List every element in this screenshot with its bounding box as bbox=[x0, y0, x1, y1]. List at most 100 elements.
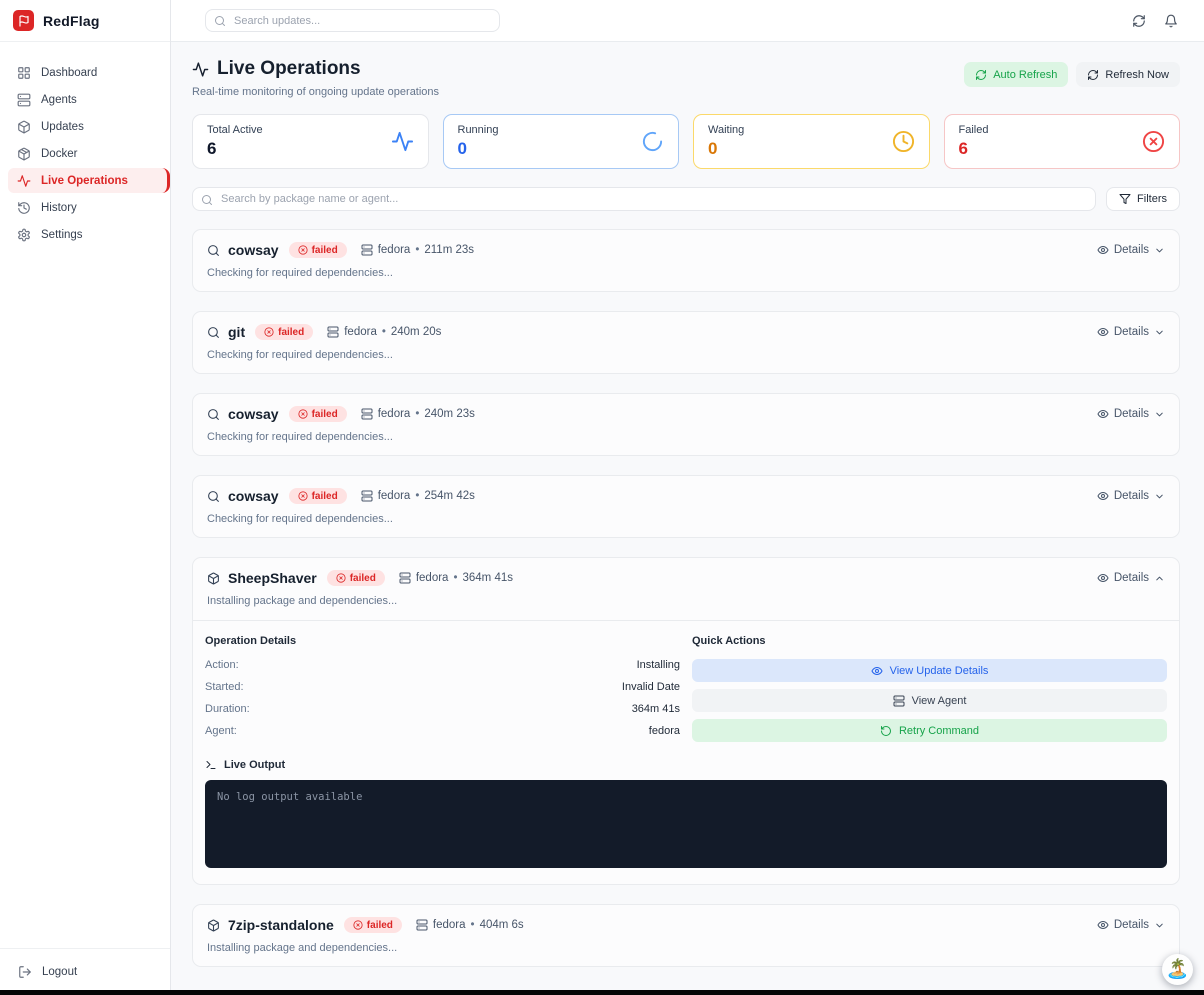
details-button[interactable]: Details bbox=[1097, 490, 1165, 502]
details-button[interactable]: Details bbox=[1097, 244, 1165, 256]
retry-command-button[interactable]: Retry Command bbox=[692, 719, 1167, 742]
live-output-header: Live Output bbox=[205, 759, 1167, 771]
search-icon bbox=[207, 490, 220, 503]
island-emoji-fab[interactable]: 🏝️ bbox=[1162, 954, 1193, 985]
search-icon bbox=[201, 194, 213, 206]
search-icon bbox=[207, 408, 220, 421]
details-button[interactable]: Details bbox=[1097, 919, 1165, 931]
search-icon bbox=[207, 326, 220, 339]
operation-card-sheepshaver: SheepShaver failed fedora • 364m 41s bbox=[192, 557, 1180, 885]
quick-actions-section: Quick Actions View Update Details View A… bbox=[692, 635, 1167, 749]
sidebar-item-label: Agents bbox=[41, 94, 77, 106]
details-button[interactable]: Details bbox=[1097, 572, 1165, 584]
operation-name: cowsay bbox=[228, 406, 279, 422]
sidebar: RedFlag Dashboard Agents Updates Docker … bbox=[0, 0, 171, 995]
server-icon bbox=[416, 919, 428, 931]
eye-icon bbox=[1097, 572, 1109, 584]
logout-icon bbox=[18, 965, 32, 979]
eye-icon bbox=[871, 665, 883, 677]
auto-refresh-button[interactable]: Auto Refresh bbox=[964, 62, 1068, 87]
eye-icon bbox=[1097, 919, 1109, 931]
retry-icon bbox=[880, 725, 892, 737]
sidebar-item-history[interactable]: History bbox=[8, 195, 162, 220]
ops-search-input[interactable] bbox=[192, 187, 1096, 211]
section-title: Operation Details bbox=[205, 635, 680, 647]
stat-card-waiting: Waiting0 bbox=[693, 114, 930, 169]
stat-card-total-active: Total Active6 bbox=[192, 114, 429, 169]
view-update-details-button[interactable]: View Update Details bbox=[692, 659, 1167, 682]
brand-name: RedFlag bbox=[43, 13, 100, 29]
server-icon bbox=[361, 408, 373, 420]
duration: 254m 42s bbox=[424, 490, 475, 502]
duration: 240m 20s bbox=[391, 326, 442, 338]
sidebar-item-docker[interactable]: Docker bbox=[8, 141, 162, 166]
sidebar-item-dashboard[interactable]: Dashboard bbox=[8, 60, 162, 85]
global-search bbox=[205, 9, 500, 32]
operation-message: Checking for required dependencies... bbox=[193, 513, 1179, 525]
package-icon bbox=[17, 147, 31, 161]
operation-message: Checking for required dependencies... bbox=[193, 349, 1179, 361]
activity-icon bbox=[391, 130, 414, 153]
filters-button[interactable]: Filters bbox=[1106, 187, 1180, 211]
status-badge: failed bbox=[289, 406, 347, 422]
sidebar-footer: Logout bbox=[0, 948, 170, 995]
server-icon bbox=[361, 490, 373, 502]
detail-row-agent: Agent: fedora bbox=[205, 725, 680, 737]
logout-label: Logout bbox=[42, 966, 77, 978]
activity-icon bbox=[17, 174, 31, 188]
circle-x-icon bbox=[298, 491, 308, 501]
circle-x-icon bbox=[353, 920, 363, 930]
eye-icon bbox=[1097, 326, 1109, 338]
chevron-up-icon bbox=[1154, 573, 1165, 584]
package-icon bbox=[207, 919, 220, 932]
chevron-down-icon bbox=[1154, 491, 1165, 502]
operation-message: Checking for required dependencies... bbox=[193, 431, 1179, 443]
page-head: Live Operations Real-time monitoring of … bbox=[192, 58, 1180, 98]
operation-meta: fedora • 240m 20s bbox=[327, 326, 441, 338]
operation-meta: fedora • 254m 42s bbox=[361, 490, 475, 502]
circle-x-icon bbox=[336, 573, 346, 583]
status-badge: failed bbox=[289, 242, 347, 258]
stat-card-running: Running0 bbox=[443, 114, 680, 169]
content: Live Operations Real-time monitoring of … bbox=[171, 42, 1204, 995]
logout-button[interactable]: Logout bbox=[18, 965, 77, 979]
operation-name: cowsay bbox=[228, 488, 279, 504]
main-area: Live Operations Real-time monitoring of … bbox=[171, 0, 1204, 995]
duration: 364m 41s bbox=[462, 572, 513, 584]
sidebar-item-label: Updates bbox=[41, 121, 84, 133]
stat-card-failed: Failed6 bbox=[944, 114, 1181, 169]
operation-meta: fedora • 240m 23s bbox=[361, 408, 475, 420]
status-badge: failed bbox=[327, 570, 385, 586]
circle-x-icon bbox=[298, 409, 308, 419]
sidebar-item-label: Docker bbox=[41, 148, 77, 160]
sidebar-item-agents[interactable]: Agents bbox=[8, 87, 162, 112]
refresh-icon[interactable] bbox=[1132, 14, 1146, 28]
sidebar-item-live-operations[interactable]: Live Operations bbox=[8, 168, 170, 193]
server-icon bbox=[361, 244, 373, 256]
global-search-input[interactable] bbox=[205, 9, 500, 32]
view-agent-button[interactable]: View Agent bbox=[692, 689, 1167, 712]
bottom-edge-bar bbox=[0, 990, 1204, 995]
details-button[interactable]: Details bbox=[1097, 326, 1165, 338]
spinner-icon bbox=[641, 130, 664, 153]
sidebar-item-updates[interactable]: Updates bbox=[8, 114, 162, 139]
details-button[interactable]: Details bbox=[1097, 408, 1165, 420]
activity-icon bbox=[192, 61, 209, 78]
bell-icon[interactable] bbox=[1164, 14, 1178, 28]
operations-list: cowsay failed fedora • 211m 23s bbox=[192, 229, 1180, 967]
circle-x-icon bbox=[1142, 130, 1165, 153]
operation-meta: fedora • 211m 23s bbox=[361, 244, 474, 256]
server-icon bbox=[893, 695, 905, 707]
topbar-actions bbox=[1132, 14, 1178, 28]
eye-icon bbox=[1097, 244, 1109, 256]
package-icon bbox=[17, 120, 31, 134]
sidebar-item-settings[interactable]: Settings bbox=[8, 222, 162, 247]
circle-x-icon bbox=[264, 327, 274, 337]
detail-row-started: Started: Invalid Date bbox=[205, 681, 680, 693]
operation-card-git: git failed fedora • 240m 20s bbox=[192, 311, 1180, 374]
sidebar-item-label: Dashboard bbox=[41, 67, 97, 79]
dashboard-grid-icon bbox=[17, 66, 31, 80]
sidebar-item-label: Settings bbox=[41, 229, 83, 241]
refresh-now-button[interactable]: Refresh Now bbox=[1076, 62, 1180, 87]
agent-name: fedora bbox=[433, 919, 466, 931]
